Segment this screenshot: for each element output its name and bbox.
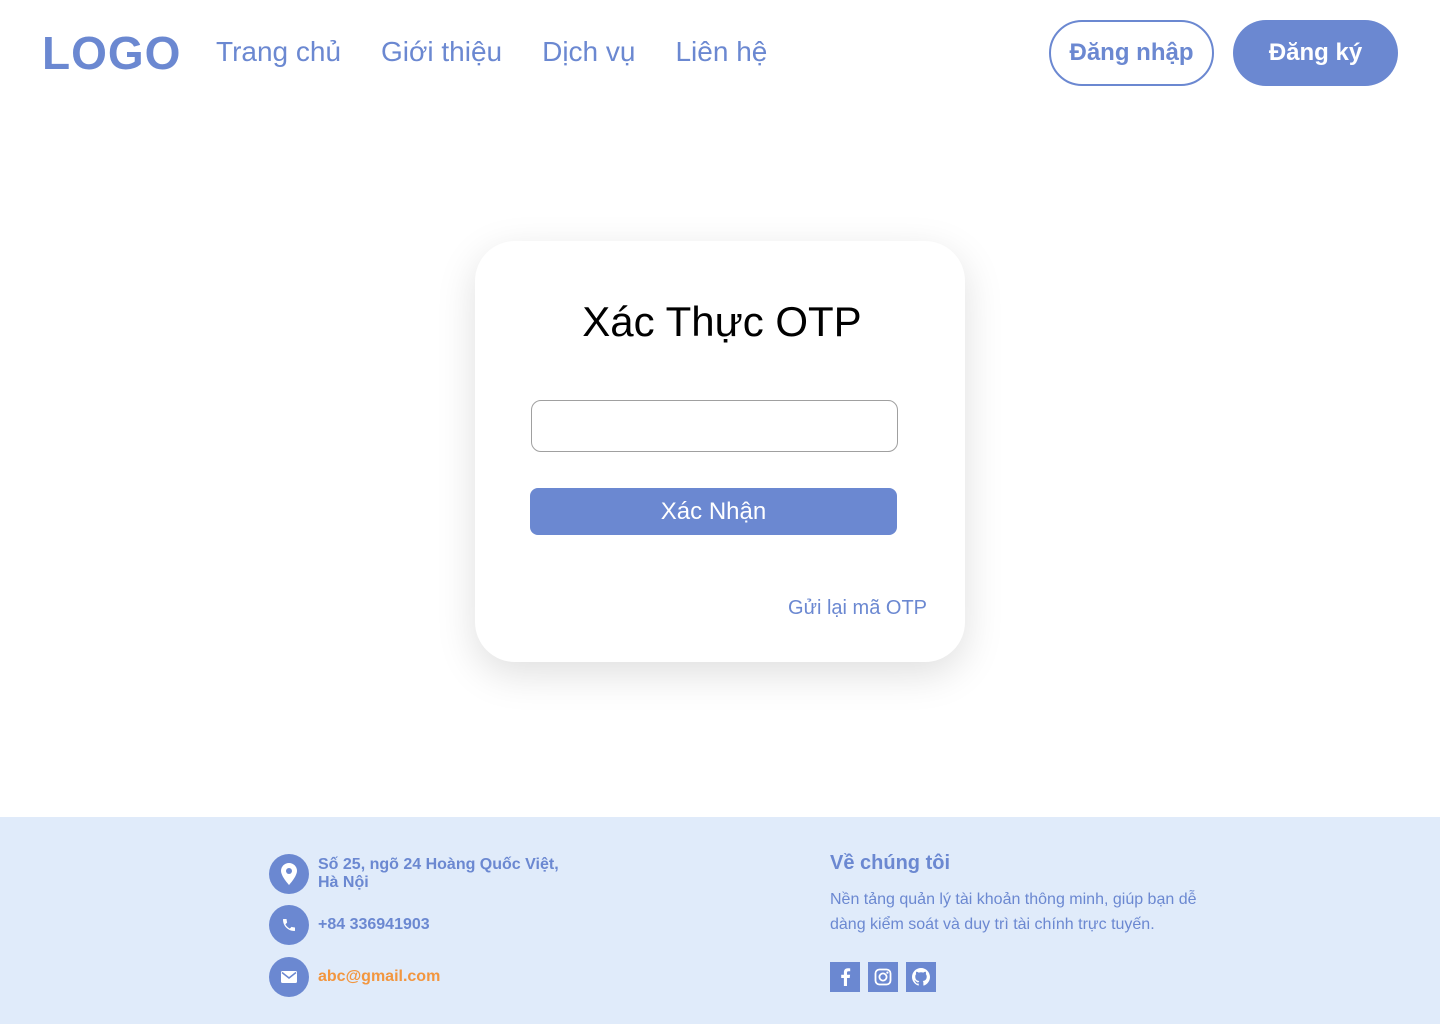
header: LOGO Trang chủ Giới thiệu Dịch vụ Liên h… [0,0,1440,106]
main-nav: Trang chủ Giới thiệu Dịch vụ Liên hệ [216,34,767,70]
email-row: abc@gmail.com [269,957,440,997]
location-pin-icon [269,854,309,894]
instagram-icon[interactable] [868,962,898,992]
facebook-icon[interactable] [830,962,860,992]
social-links [830,962,936,992]
register-button[interactable]: Đăng ký [1233,20,1398,86]
otp-card: Xác Thực OTP Xác Nhận Gửi lại mã OTP [475,241,965,662]
otp-input[interactable] [531,400,898,452]
about-title: Về chúng tôi [830,852,950,874]
nav-item-contact[interactable]: Liên hệ [675,34,767,70]
logo[interactable]: LOGO [42,26,181,80]
nav-item-home[interactable]: Trang chủ [216,34,341,70]
envelope-icon [269,957,309,997]
address-line-2: Hà Nội [318,874,369,891]
resend-otp-link[interactable]: Gửi lại mã OTP [775,595,927,621]
phone-row: +84 336941903 [269,905,430,945]
address-text: Số 25, ngõ 24 Hoàng Quốc Việt, Hà Nội [318,856,559,892]
address-row: Số 25, ngõ 24 Hoàng Quốc Việt, Hà Nội [269,854,559,894]
confirm-button[interactable]: Xác Nhận [530,488,897,535]
email-link[interactable]: abc@gmail.com [318,968,440,986]
nav-item-services[interactable]: Dịch vụ [542,34,635,70]
login-button[interactable]: Đăng nhập [1049,20,1214,86]
github-icon[interactable] [906,962,936,992]
phone-icon [269,905,309,945]
footer: Số 25, ngõ 24 Hoàng Quốc Việt, Hà Nội +8… [0,817,1440,1024]
address-line-1: Số 25, ngõ 24 Hoàng Quốc Việt, [318,856,559,873]
about-description: Nền tảng quản lý tài khoản thông minh, g… [830,891,1197,933]
phone-text[interactable]: +84 336941903 [318,916,430,934]
otp-title: Xác Thực OTP [582,298,862,345]
nav-item-about[interactable]: Giới thiệu [381,34,502,70]
